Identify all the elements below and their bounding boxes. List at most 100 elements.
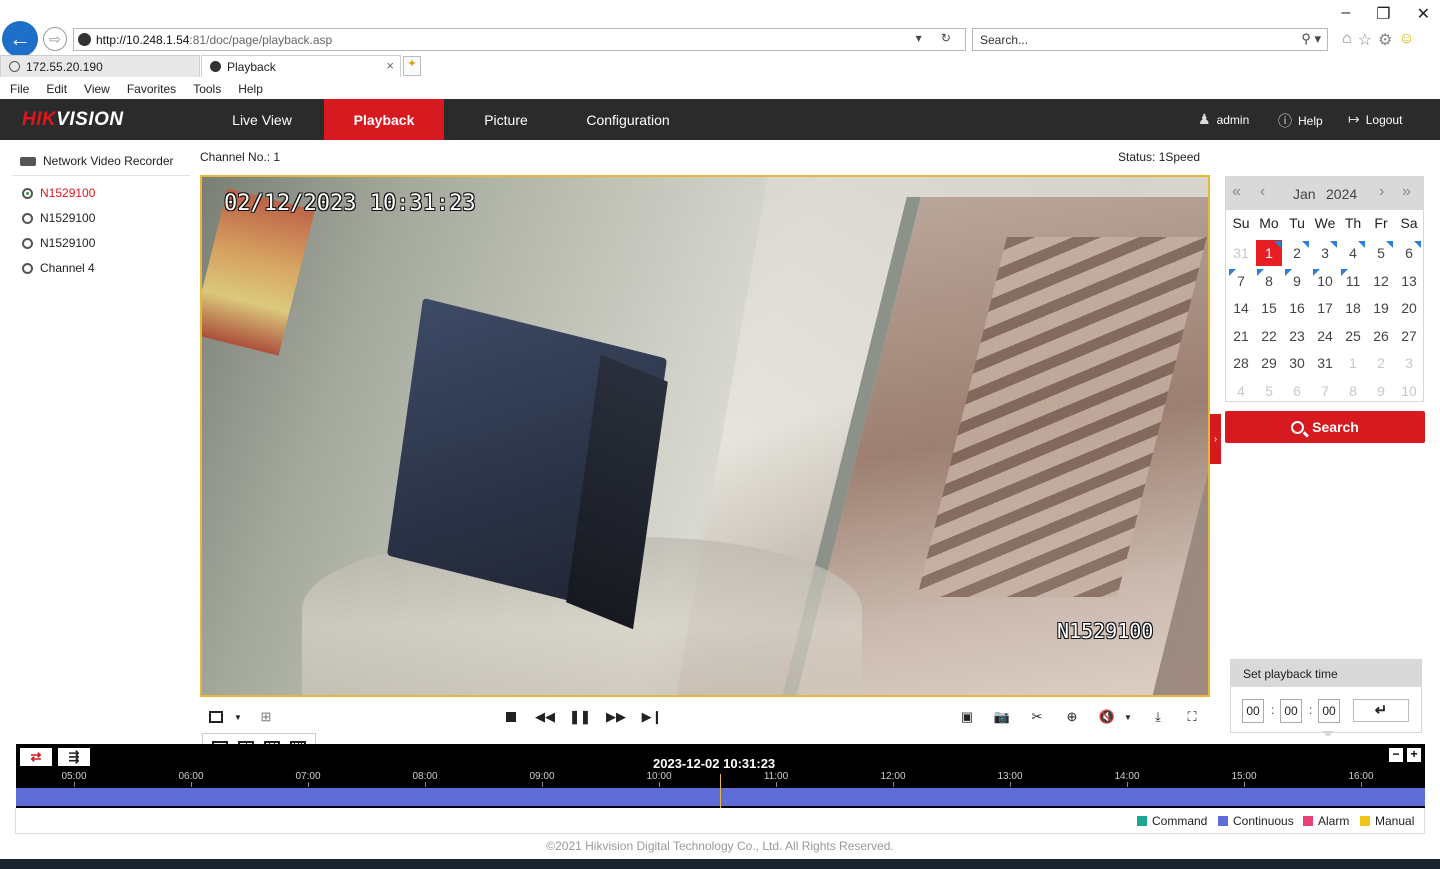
tree-item-channel-1[interactable]: N1529100 [22,186,95,200]
restore-icon[interactable]: ❐ [1376,4,1390,24]
tree-item-channel-4[interactable]: Channel 4 [22,261,95,275]
calendar-day[interactable]: 5 [1255,377,1283,405]
double-chevron-right-icon[interactable]: » [1402,183,1411,201]
calendar-day[interactable]: 2 [1367,349,1395,377]
settings-gear-icon[interactable]: ⚙ [1378,30,1392,50]
calendar-day[interactable]: 12 [1367,267,1395,295]
forward-button[interactable]: ⇨ [43,27,67,51]
calendar-day[interactable]: 31 [1311,349,1339,377]
video-resolution-icon[interactable]: ⊞ [256,707,276,727]
browser-search-input[interactable]: Search... ⚲ ▾ [972,28,1328,51]
favorites-star-icon[interactable]: ☆ [1358,30,1372,50]
nav-configuration[interactable]: Configuration [568,99,688,140]
menu-help[interactable]: Help [238,82,263,96]
slow-forward-button[interactable]: ◀◀ [535,707,555,727]
timeline-sync-button[interactable]: ⇄ [20,748,52,766]
home-icon[interactable]: ⌂ [1342,30,1352,50]
calendar-day[interactable]: 17 [1311,294,1339,322]
calendar-day[interactable]: 4 [1227,377,1255,405]
audio-dropdown-icon[interactable]: ▼ [1118,707,1138,727]
chevron-right-icon[interactable]: › [1379,183,1384,201]
calendar-day[interactable]: 7 [1311,377,1339,405]
back-button[interactable]: ← [2,21,38,57]
calendar-day[interactable]: 1 [1339,349,1367,377]
apply-time-button[interactable]: ↵ [1353,699,1409,722]
calendar-day[interactable]: 6 [1395,239,1423,267]
stop-button[interactable] [501,707,521,727]
clip-button[interactable]: ✂ [1027,707,1047,727]
menu-edit[interactable]: Edit [46,82,67,96]
pause-button[interactable]: ❚❚ [569,707,591,727]
tab-playback[interactable]: Playback × [201,55,401,77]
calendar-day[interactable]: 8 [1339,377,1367,405]
calendar-day[interactable]: 10 [1311,267,1339,295]
stop-all-button[interactable]: ▣ [957,707,977,727]
download-button[interactable]: ⤓ [1148,707,1168,727]
calendar-day[interactable]: 4 [1339,239,1367,267]
calendar-day[interactable]: 22 [1255,322,1283,350]
calendar-day[interactable]: 25 [1339,322,1367,350]
calendar-day[interactable]: 9 [1283,267,1311,295]
calendar-day[interactable]: 15 [1255,294,1283,322]
calendar-day[interactable]: 14 [1227,294,1255,322]
calendar-day[interactable]: 24 [1311,322,1339,350]
feedback-smiley-icon[interactable]: ☺ [1398,30,1414,50]
calendar-day[interactable]: 29 [1255,349,1283,377]
close-tab-icon[interactable]: × [386,58,394,73]
nav-playback[interactable]: Playback [324,99,444,140]
menu-favorites[interactable]: Favorites [127,82,176,96]
calendar-day[interactable]: 16 [1283,294,1311,322]
calendar-day[interactable]: 23 [1283,322,1311,350]
chevron-left-icon[interactable]: ‹ [1260,183,1265,201]
window-layout-button[interactable] [206,707,226,727]
minute-input[interactable]: 00 [1280,699,1302,723]
calendar-day[interactable]: 7 [1227,267,1255,295]
calendar-day[interactable]: 27 [1395,322,1423,350]
audio-button[interactable]: 🔇 [1097,707,1117,727]
device-tree-root[interactable]: Network Video Recorder [20,154,174,168]
single-frame-button[interactable]: ▶❙ [642,707,663,727]
calendar-day[interactable]: 28 [1227,349,1255,377]
menu-file[interactable]: File [10,82,29,96]
double-chevron-left-icon[interactable]: « [1232,183,1241,201]
calendar-day[interactable]: 31 [1227,239,1255,267]
calendar-month[interactable]: Jan [1293,186,1316,202]
fast-forward-button[interactable]: ▶▶ [606,707,626,727]
fullscreen-button[interactable]: ⛶ [1182,707,1202,727]
calendar-day[interactable]: 6 [1283,377,1311,405]
timeline[interactable]: 05:00 06:00 07:00 08:00 09:00 10:00 11:00 12:00… [16,744,1425,808]
menu-view[interactable]: View [84,82,110,96]
calendar-day[interactable]: 19 [1367,294,1395,322]
timeline-zoom-out-button[interactable]: − [1389,748,1403,762]
calendar-day-selected[interactable]: 1 [1255,239,1283,267]
help-link[interactable]: ⓘ Help [1278,111,1323,131]
capture-button[interactable]: 📷 [992,707,1012,727]
digital-zoom-button[interactable]: ⊕ [1062,707,1082,727]
calendar-day[interactable]: 13 [1395,267,1423,295]
address-tools[interactable]: ▾ ↻ [916,31,959,45]
calendar-day[interactable]: 20 [1395,294,1423,322]
new-tab-button[interactable]: ✦ [403,56,421,76]
timeline-settings-button[interactable]: ⇶ [58,748,90,766]
timeline-cursor[interactable] [720,774,721,808]
calendar-day[interactable]: 8 [1255,267,1283,295]
minimize-icon[interactable]: – [1341,4,1350,24]
calendar-day[interactable]: 3 [1311,239,1339,267]
address-bar[interactable]: http://10.248.1.54:81/doc/page/playback.… [73,28,966,51]
calendar-year[interactable]: 2024 [1326,186,1357,202]
calendar-day[interactable]: 5 [1367,239,1395,267]
calendar-day[interactable]: 26 [1367,322,1395,350]
hour-input[interactable]: 00 [1242,699,1264,723]
second-input[interactable]: 00 [1318,699,1340,723]
menu-tools[interactable]: Tools [193,82,221,96]
calendar-day[interactable]: 3 [1395,349,1423,377]
calendar-day[interactable]: 21 [1227,322,1255,350]
calendar-day[interactable]: 11 [1339,267,1367,295]
user-menu[interactable]: ♟ admin [1198,111,1249,128]
nav-live-view[interactable]: Live View [200,99,324,140]
nav-picture[interactable]: Picture [444,99,568,140]
search-button[interactable]: Search [1225,411,1425,443]
tree-item-channel-2[interactable]: N1529100 [22,211,95,225]
video-window[interactable]: 02/12/2023 10:31:23 N1529100 [200,175,1210,697]
timeline-zoom-in-button[interactable]: + [1407,748,1421,762]
